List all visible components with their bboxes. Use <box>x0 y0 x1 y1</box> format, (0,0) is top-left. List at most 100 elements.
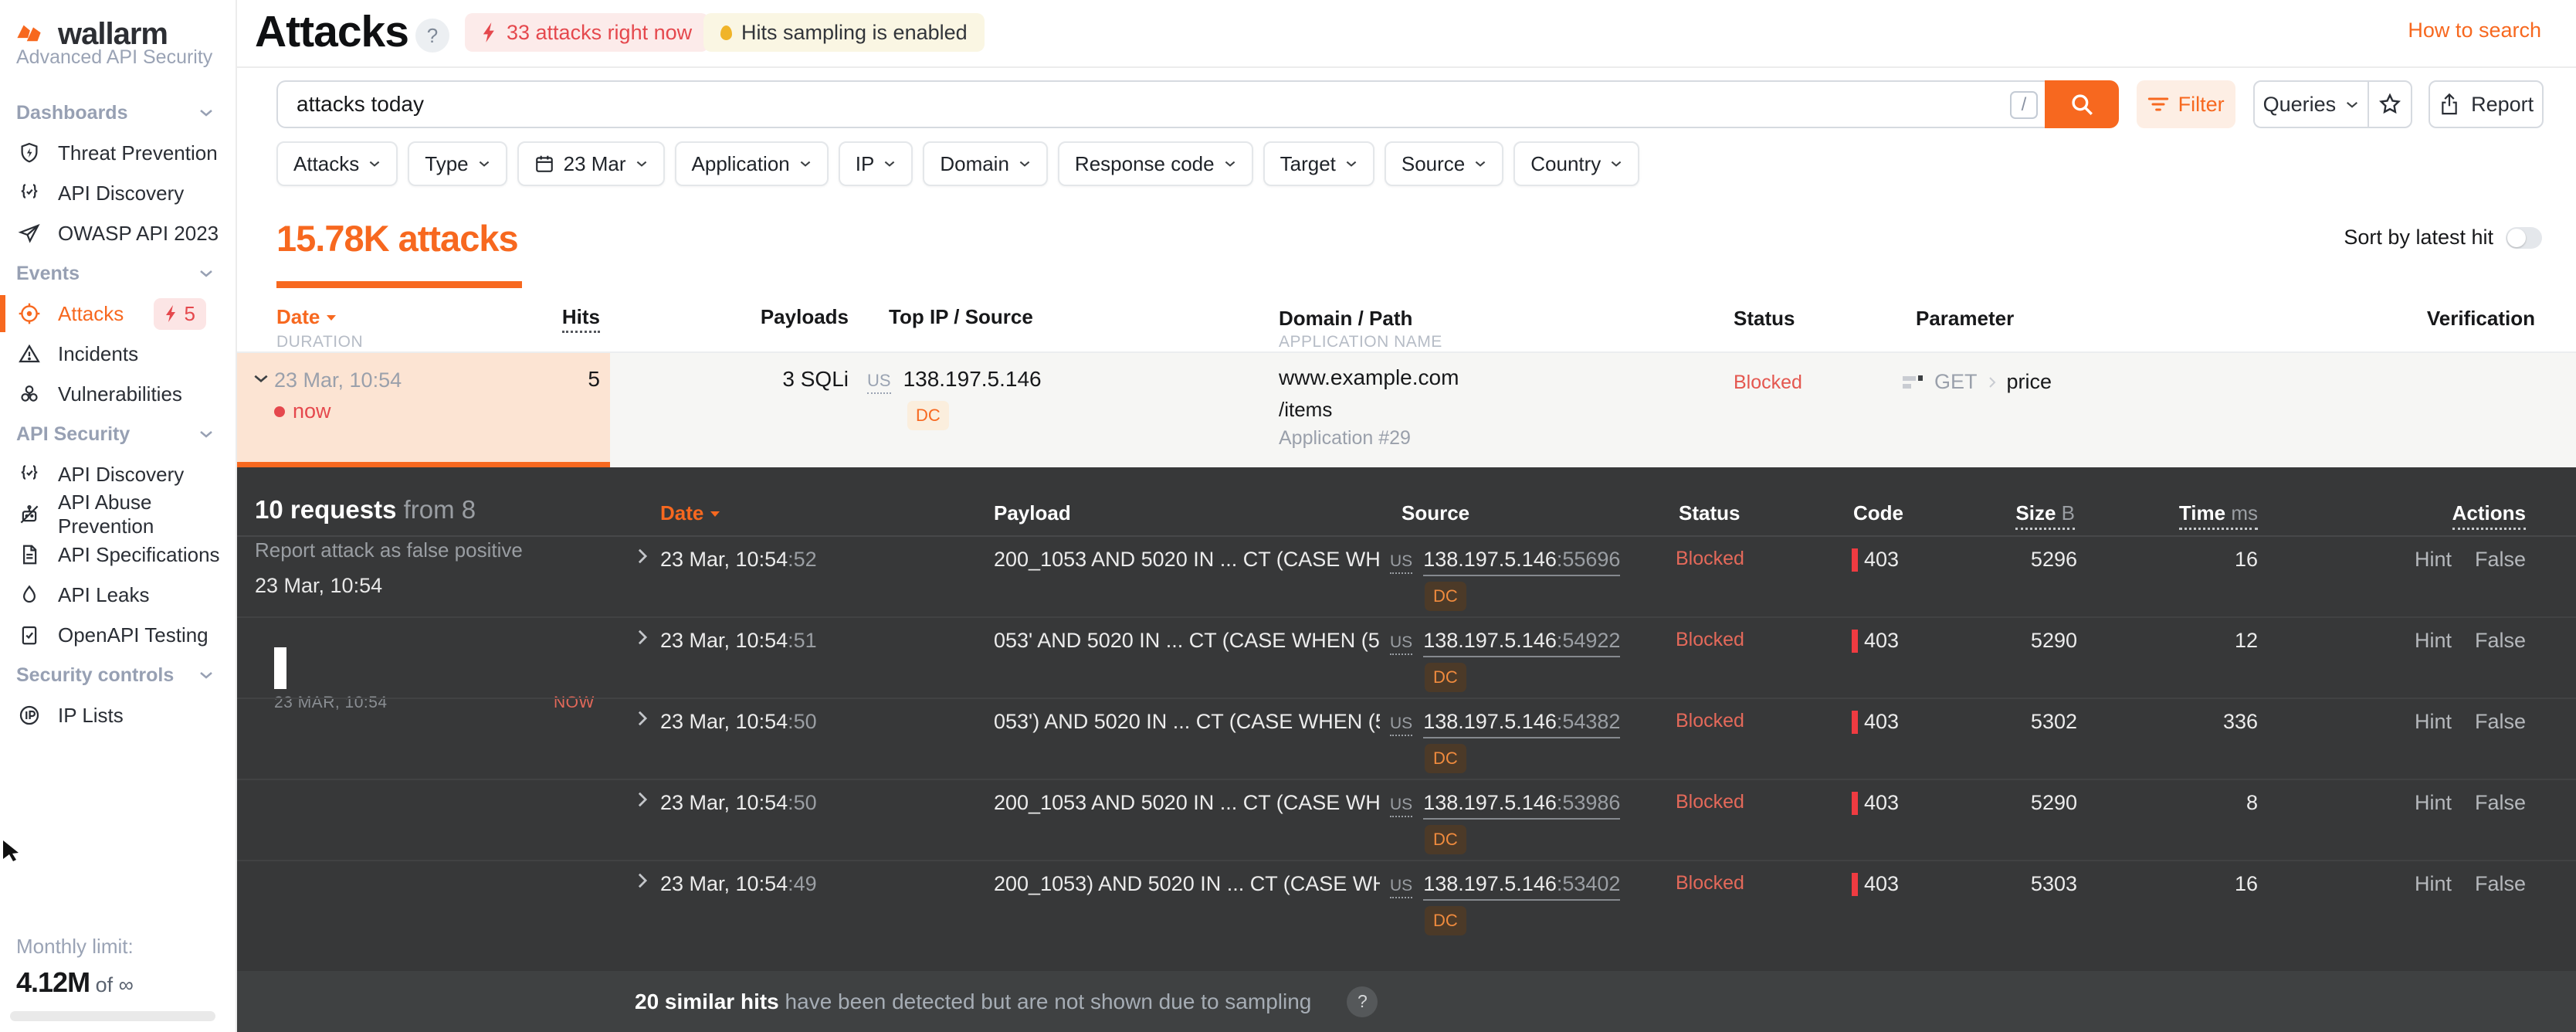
hit-source[interactable]: US 138.197.5.146:55696 <box>1390 548 1621 576</box>
sidebar-section-dashboards[interactable]: Dashboards <box>0 93 236 133</box>
column-actions[interactable]: Actions <box>2452 501 2526 530</box>
filter-button[interactable]: Filter <box>2136 80 2235 128</box>
queries-button[interactable]: Queries <box>2255 82 2368 127</box>
expand-chevron-icon[interactable] <box>637 710 648 727</box>
sampling-dot-icon <box>720 25 732 40</box>
hit-row[interactable]: 23 Mar, 10:54:50 053') AND 5020 IN ... C… <box>237 699 2576 780</box>
sidebar-section-security-controls[interactable]: Security controls <box>0 655 236 695</box>
attack-date-cell[interactable]: 23 Mar, 10:54 now <box>237 353 610 469</box>
filter-chip-target[interactable]: Target <box>1263 141 1374 186</box>
filter-chip-date[interactable]: 23 Mar <box>517 141 665 186</box>
bolt-icon <box>165 305 175 322</box>
column-payload: Payload <box>994 501 1071 524</box>
filter-chip-attacks[interactable]: Attacks <box>276 141 398 186</box>
attacks-right-now-badge[interactable]: 33 attacks right now <box>465 13 710 52</box>
sidebar-item-owasp-api-2023[interactable]: OWASP API 2023 <box>0 213 236 253</box>
sampling-badge: Hits sampling is enabled <box>703 13 985 52</box>
expand-chevron-icon[interactable] <box>637 548 648 565</box>
expand-chevron-icon[interactable] <box>637 629 648 646</box>
sidebar-item-api-discovery[interactable]: API Discovery <box>0 173 236 213</box>
attack-row-expanded[interactable]: 23 Mar, 10:54 now 5 3 SQLi US 138.197.5.… <box>237 351 2576 469</box>
sidebar-item-api-discovery-2[interactable]: API Discovery <box>0 454 236 494</box>
hint-action[interactable]: Hint <box>2415 548 2452 572</box>
column-duration: DURATION <box>276 333 364 351</box>
hint-action[interactable]: Hint <box>2415 629 2452 653</box>
filter-chip-domain[interactable]: Domain <box>923 141 1048 186</box>
chevron-down-icon <box>1475 161 1486 167</box>
sidebar-item-openapi-testing[interactable]: OpenAPI Testing <box>0 615 236 655</box>
search-input[interactable] <box>276 80 2045 128</box>
filter-chip-country[interactable]: Country <box>1513 141 1640 186</box>
ip-address[interactable]: 138.197.5.146:54382 <box>1423 710 1621 738</box>
hint-action[interactable]: Hint <box>2415 710 2452 734</box>
attack-top-ip[interactable]: US 138.197.5.146 <box>867 367 1042 394</box>
sidebar-section-api-security[interactable]: API Security <box>0 414 236 454</box>
search-button[interactable] <box>2044 80 2119 128</box>
false-action[interactable]: False <box>2475 629 2526 653</box>
expand-chevron-icon[interactable] <box>637 872 648 889</box>
datacenter-tag[interactable]: DC <box>1425 582 1466 611</box>
false-action[interactable]: False <box>2475 791 2526 815</box>
chevron-down-icon <box>369 161 380 167</box>
column-size[interactable]: Size B <box>2015 501 2075 530</box>
ip-address[interactable]: 138.197.5.146 <box>903 367 1042 392</box>
expand-chevron-icon[interactable] <box>637 791 648 808</box>
sidebar-item-attacks[interactable]: Attacks 5 <box>0 294 236 334</box>
sidebar-item-ip-lists[interactable]: IP Lists <box>0 695 236 735</box>
sidebar-section-events[interactable]: Events <box>0 253 236 294</box>
hint-action[interactable]: Hint <box>2415 791 2452 815</box>
column-date[interactable]: Date <box>276 305 337 329</box>
collapse-chevron-icon[interactable] <box>253 373 269 384</box>
chevron-down-icon <box>885 161 895 167</box>
ip-address[interactable]: 138.197.5.146:55696 <box>1423 548 1621 576</box>
sidebar-item-vulnerabilities[interactable]: Vulnerabilities <box>0 374 236 414</box>
sampling-help-icon[interactable]: ? <box>1347 986 1378 1017</box>
hit-source[interactable]: US 138.197.5.146:54382 <box>1390 710 1621 738</box>
column-time[interactable]: Time ms <box>2178 501 2258 530</box>
help-icon[interactable]: ? <box>415 19 449 53</box>
hit-source[interactable]: US 138.197.5.146:53986 <box>1390 791 1621 820</box>
false-action[interactable]: False <box>2475 548 2526 572</box>
braces-check-icon <box>16 180 42 206</box>
datacenter-tag[interactable]: DC <box>1425 744 1466 773</box>
filter-chip-application[interactable]: Application <box>674 141 829 186</box>
hit-source[interactable]: US 138.197.5.146:53402 <box>1390 872 1621 901</box>
sidebar-item-threat-prevention[interactable]: Threat Prevention <box>0 133 236 173</box>
chevron-down-icon <box>636 161 646 167</box>
sidebar-item-incidents[interactable]: Incidents <box>0 334 236 374</box>
attacks-count-title: 15.78K attacks <box>276 218 519 259</box>
hit-row[interactable]: 23 Mar, 10:54:50 200_1053 AND 5020 IN ..… <box>237 780 2576 861</box>
false-action[interactable]: False <box>2475 710 2526 734</box>
filter-chip-source[interactable]: Source <box>1384 141 1504 186</box>
hint-action[interactable]: Hint <box>2415 872 2452 896</box>
hit-row[interactable]: 23 Mar, 10:54:52 200_1053 AND 5020 IN ..… <box>237 537 2576 618</box>
how-to-search-link[interactable]: How to search <box>2408 19 2541 42</box>
mouse-cursor-icon <box>3 840 19 861</box>
column-date[interactable]: Date <box>660 501 720 525</box>
hit-row[interactable]: 23 Mar, 10:54:49 200_1053) AND 5020 IN .… <box>237 861 2576 942</box>
false-action[interactable]: False <box>2475 872 2526 896</box>
chevron-down-icon <box>1346 161 1357 167</box>
datacenter-tag[interactable]: DC <box>907 401 949 430</box>
filter-chip-ip[interactable]: IP <box>838 141 913 186</box>
sidebar-item-api-specifications[interactable]: API Specifications <box>0 535 236 575</box>
filter-chip-type[interactable]: Type <box>408 141 507 186</box>
filter-chip-response-code[interactable]: Response code <box>1057 141 1253 186</box>
datacenter-tag[interactable]: DC <box>1425 825 1466 854</box>
sidebar-item-api-leaks[interactable]: API Leaks <box>0 575 236 615</box>
datacenter-tag[interactable]: DC <box>1425 906 1466 935</box>
hit-date: 23 Mar, 10:54:52 <box>660 548 817 571</box>
datacenter-tag[interactable]: DC <box>1425 663 1466 692</box>
ip-address[interactable]: 138.197.5.146:53986 <box>1423 791 1621 820</box>
hit-date: 23 Mar, 10:54:51 <box>660 629 817 652</box>
column-hits[interactable]: Hits <box>561 305 600 333</box>
hit-row[interactable]: 23 Mar, 10:54:51 053' AND 5020 IN ... CT… <box>237 618 2576 699</box>
ip-address[interactable]: 138.197.5.146:54922 <box>1423 629 1621 657</box>
report-button[interactable]: Report <box>2429 80 2544 128</box>
favorite-query-button[interactable] <box>2368 82 2411 127</box>
sidebar-item-api-abuse-prevention[interactable]: API Abuse Prevention <box>0 491 236 538</box>
hit-source[interactable]: US 138.197.5.146:54922 <box>1390 629 1621 657</box>
ip-address[interactable]: 138.197.5.146:53402 <box>1423 872 1621 901</box>
sort-toggle[interactable] <box>2506 226 2542 249</box>
monthly-limit-label: Monthly limit: <box>16 935 134 958</box>
